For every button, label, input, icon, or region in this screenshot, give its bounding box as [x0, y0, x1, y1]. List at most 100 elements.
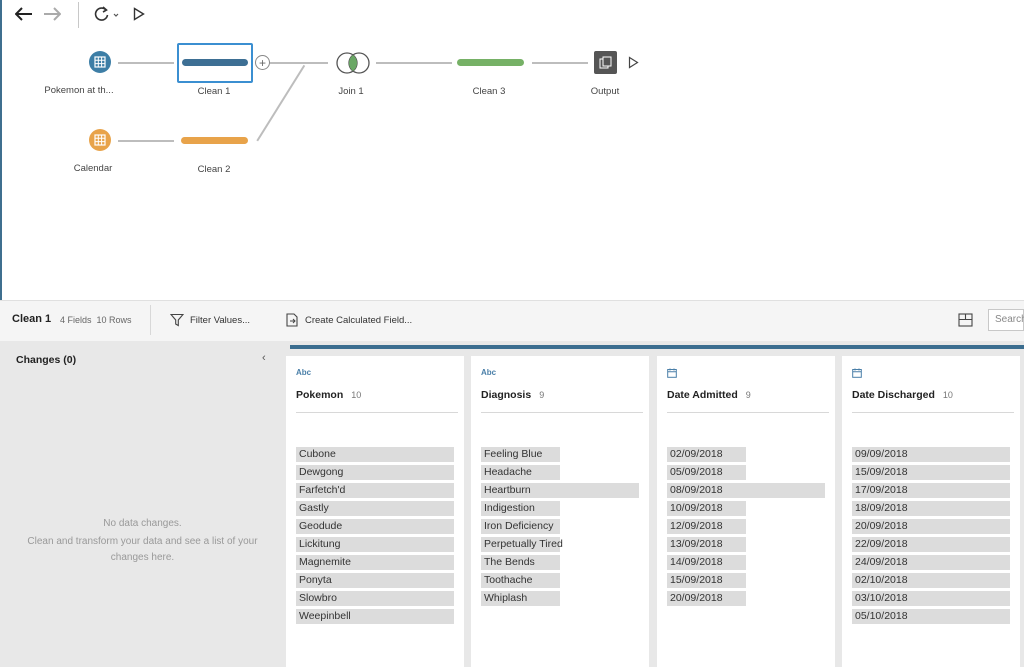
- field-card-pokemon[interactable]: Abc Pokemon 10 Cubone Dewgong Farfetch'd Gas…: [286, 356, 464, 667]
- field-value-bar[interactable]: 17/09/2018: [852, 483, 1010, 498]
- create-calculated-field-button[interactable]: Create Calculated Field...: [285, 313, 412, 327]
- field-value-bar[interactable]: 18/09/2018: [852, 501, 1010, 516]
- connector-clean3-output: [532, 62, 588, 64]
- filter-icon: [170, 313, 184, 327]
- field-value-bar[interactable]: The Bends: [481, 555, 560, 570]
- profile-header: [0, 300, 1024, 341]
- field-value-bar[interactable]: Lickitung: [296, 537, 454, 552]
- field-name: Date Discharged 10: [852, 389, 953, 401]
- join1-node[interactable]: [333, 50, 373, 76]
- field-value-bar[interactable]: 22/09/2018: [852, 537, 1010, 552]
- plus-circle-icon[interactable]: +: [255, 55, 270, 70]
- field-name-text: Pokemon: [296, 389, 344, 401]
- calculated-field-icon: [286, 313, 298, 327]
- field-value-bar[interactable]: 15/09/2018: [852, 465, 1010, 480]
- search-field[interactable]: Search: [988, 309, 1024, 331]
- table-icon: [94, 134, 106, 146]
- filter-values-button[interactable]: Filter Values...: [170, 313, 250, 327]
- field-value-bar[interactable]: Magnemite: [296, 555, 454, 570]
- arrow-left-icon: [15, 7, 32, 21]
- join-icon: [336, 52, 370, 74]
- changes-pane: [0, 341, 285, 667]
- output-icon: [599, 56, 612, 69]
- field-value-bar[interactable]: 02/09/2018: [667, 447, 746, 462]
- field-value-bar[interactable]: Feeling Blue: [481, 447, 560, 462]
- run-output-button[interactable]: [628, 56, 639, 74]
- field-value-bar[interactable]: 03/10/2018: [852, 591, 1010, 606]
- field-value-bar[interactable]: 05/09/2018: [667, 465, 746, 480]
- layout-toggle-button[interactable]: [958, 313, 973, 332]
- node-label: Clean 3: [472, 86, 506, 97]
- field-value-bar[interactable]: Whiplash: [481, 591, 560, 606]
- field-card-diagnosis[interactable]: Abc Diagnosis 9 Feeling Blue Headache Heart…: [471, 356, 649, 667]
- field-name: Date Admitted 9: [667, 389, 751, 401]
- field-value-bar[interactable]: 10/09/2018: [667, 501, 746, 516]
- step-title: Clean 1: [12, 313, 52, 325]
- back-button[interactable]: [12, 2, 36, 26]
- field-count: 9: [745, 390, 751, 400]
- card-divider: [481, 412, 643, 413]
- field-value-bar[interactable]: 20/09/2018: [852, 519, 1010, 534]
- field-value-bar[interactable]: 15/09/2018: [667, 573, 746, 588]
- pokemon-input-node[interactable]: [89, 51, 111, 73]
- field-value-bar[interactable]: Ponyta: [296, 573, 454, 588]
- node-label: Output: [590, 86, 620, 97]
- changes-empty-body: Clean and transform your data and see a …: [0, 534, 285, 566]
- refresh-icon: [94, 6, 119, 21]
- output-node[interactable]: [594, 51, 617, 74]
- run-flow-button[interactable]: [130, 2, 148, 26]
- field-value-bar[interactable]: 13/09/2018: [667, 537, 746, 552]
- field-value-bar[interactable]: Perpetually Tired: [481, 537, 563, 552]
- calendar-input-node[interactable]: [89, 129, 111, 151]
- collapse-chevron-icon[interactable]: ‹: [262, 352, 266, 364]
- field-value-bar[interactable]: Heartburn: [481, 483, 639, 498]
- field-value-bar[interactable]: 14/09/2018: [667, 555, 746, 570]
- field-value-bar[interactable]: 08/09/2018: [667, 483, 825, 498]
- field-name-text: Diagnosis: [481, 389, 532, 401]
- changes-empty-title: No data changes.: [103, 518, 182, 529]
- field-value-bar[interactable]: 02/10/2018: [852, 573, 1010, 588]
- field-value-bar[interactable]: Toothache: [481, 573, 560, 588]
- field-value-bar[interactable]: 24/09/2018: [852, 555, 1010, 570]
- field-value-bar[interactable]: 09/09/2018: [852, 447, 1010, 462]
- refresh-button[interactable]: [92, 2, 122, 26]
- field-card-date-discharged[interactable]: Date Discharged 10 09/09/2018 15/09/2018 17…: [842, 356, 1020, 667]
- field-name-text: Date Discharged: [852, 389, 935, 401]
- field-card-date-admitted[interactable]: Date Admitted 9 02/09/2018 05/09/2018 08/09…: [657, 356, 835, 667]
- clean3-node[interactable]: [457, 59, 524, 66]
- field-value-bar[interactable]: Farfetch'd: [296, 483, 454, 498]
- step-meta: 4 Fields 10 Rows: [60, 315, 132, 325]
- field-count: 10: [942, 390, 953, 400]
- field-value-bar[interactable]: Gastly: [296, 501, 454, 516]
- field-name: Pokemon 10: [296, 389, 361, 401]
- field-value-bar[interactable]: Dewgong: [296, 465, 454, 480]
- layout-grid-icon: [958, 313, 973, 327]
- field-value-bar[interactable]: Slowbro: [296, 591, 454, 606]
- field-value-bar[interactable]: 05/10/2018: [852, 609, 1010, 624]
- card-divider: [667, 412, 829, 413]
- field-value-bar[interactable]: Indigestion: [481, 501, 560, 516]
- connector-calendar-clean2: [118, 140, 174, 142]
- forward-button[interactable]: [40, 2, 64, 26]
- field-value-bar[interactable]: Iron Deficiency: [481, 519, 560, 534]
- connector-clean2-join: [256, 64, 305, 142]
- step-color-strip: [290, 345, 1024, 349]
- card-divider: [852, 412, 1014, 413]
- filter-values-label: Filter Values...: [190, 314, 251, 326]
- field-value-bar[interactable]: Weepinbell: [296, 609, 454, 624]
- play-icon: [628, 56, 639, 69]
- clean1-node[interactable]: [182, 59, 248, 66]
- node-label: Join 1: [338, 86, 364, 97]
- field-value-bar[interactable]: Cubone: [296, 447, 454, 462]
- field-value-bar[interactable]: 20/09/2018: [667, 591, 746, 606]
- create-calculated-field-label: Create Calculated Field...: [305, 314, 413, 326]
- field-name-text: Date Admitted: [667, 389, 738, 401]
- field-count: 10: [351, 390, 362, 400]
- field-value-bar[interactable]: Headache: [481, 465, 560, 480]
- connector-clean1-join: [270, 62, 328, 64]
- clean2-node[interactable]: [181, 137, 248, 144]
- arrow-right-icon: [44, 7, 61, 21]
- date-icon: [852, 368, 862, 380]
- field-value-bar[interactable]: Geodude: [296, 519, 454, 534]
- field-value-bar[interactable]: 12/09/2018: [667, 519, 746, 534]
